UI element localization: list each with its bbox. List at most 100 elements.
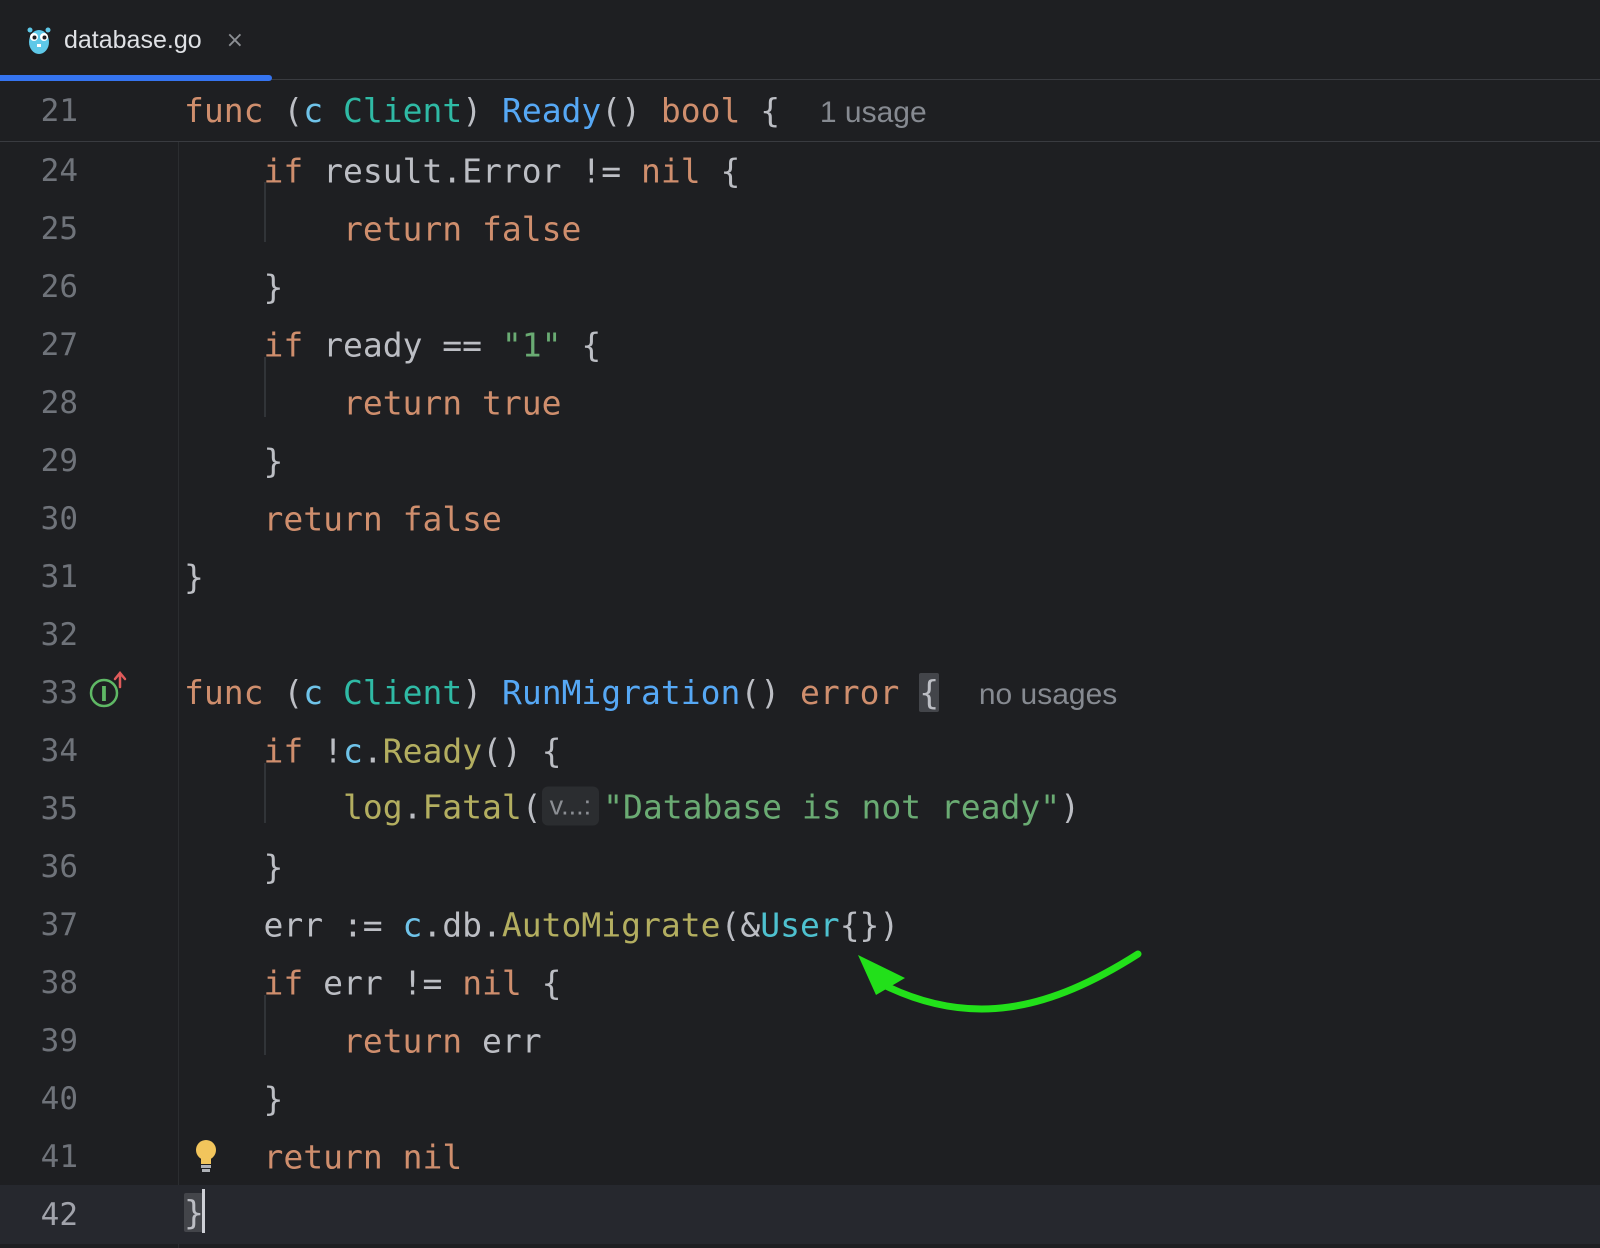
code-token: "Database is not ready" xyxy=(603,787,1061,826)
code-line[interactable]: 36 } xyxy=(0,837,1600,896)
code-token: c xyxy=(342,731,363,770)
line-number[interactable]: 35 xyxy=(0,791,78,827)
line-number[interactable]: 30 xyxy=(0,501,78,537)
code-token: error xyxy=(799,672,900,712)
code-line[interactable]: 40 } xyxy=(0,1069,1600,1128)
tab-title: database.go xyxy=(64,25,202,54)
tab-database-go[interactable]: database.go × xyxy=(0,0,272,81)
inlay-usage-hint[interactable]: no usages xyxy=(979,678,1117,711)
code-text: } xyxy=(184,1188,205,1237)
code-text: err := c.db.AutoMigrate(&User{}) xyxy=(184,908,899,941)
code-token: } xyxy=(184,267,284,306)
code-text: } xyxy=(184,1082,283,1115)
code-token: return xyxy=(342,209,463,248)
line-number[interactable]: 31 xyxy=(0,559,78,595)
indent-guide xyxy=(264,357,266,417)
code-text: func (c Client) RunMigration() error { n… xyxy=(184,672,1117,712)
code-line[interactable]: 35 log.Fatal(v...: "Database is not ready… xyxy=(0,779,1600,838)
line-number[interactable]: 34 xyxy=(0,733,78,769)
code-text: return true xyxy=(184,386,562,419)
code-line[interactable]: 27 if ready == "1" { xyxy=(0,315,1600,374)
svg-text:I: I xyxy=(100,682,107,706)
code-token: "1" xyxy=(501,325,562,364)
code-line[interactable]: 24 if result.Error != nil { xyxy=(0,141,1600,200)
line-number[interactable]: 33 xyxy=(0,675,78,711)
line-number[interactable]: 25 xyxy=(0,211,78,247)
code-line[interactable]: 31} xyxy=(0,547,1600,606)
line-number[interactable]: 40 xyxy=(0,1081,78,1117)
code-line[interactable]: 39 return err xyxy=(0,1011,1600,1070)
code-token: { xyxy=(919,672,940,712)
line-number[interactable]: 42 xyxy=(0,1197,78,1233)
code-token: nil xyxy=(462,963,522,1002)
inlay-usage-hint[interactable]: 1 usage xyxy=(820,96,927,129)
code-text: } xyxy=(184,270,283,303)
code-token: ) xyxy=(462,672,502,712)
code-token: false xyxy=(402,499,502,538)
code-token: { xyxy=(740,91,820,130)
code-line[interactable]: 26 } xyxy=(0,257,1600,316)
sticky-function-header[interactable]: 21 func (c Client) Ready() bool { 1 usag… xyxy=(0,81,1600,142)
code-line[interactable]: 25 return false xyxy=(0,199,1600,258)
code-token: if xyxy=(263,731,304,770)
line-number[interactable]: 36 xyxy=(0,849,78,885)
line-number[interactable]: 41 xyxy=(0,1139,78,1175)
code-editor[interactable]: 21 func (c Client) Ready() bool { 1 usag… xyxy=(0,81,1600,1248)
code-text: return false xyxy=(184,499,502,538)
code-token: nil xyxy=(641,151,701,190)
line-number[interactable]: 27 xyxy=(0,327,78,363)
code-line[interactable]: 41 return nil xyxy=(0,1127,1600,1186)
line-number[interactable]: 38 xyxy=(0,965,78,1001)
code-text: if result.Error != nil { xyxy=(184,154,740,187)
code-line[interactable]: 38 if err != nil { xyxy=(0,953,1600,1012)
code-token: Client xyxy=(342,91,463,130)
line-number[interactable]: 37 xyxy=(0,907,78,943)
code-token: } xyxy=(184,441,284,480)
code-token: true xyxy=(482,383,562,422)
code-line[interactable]: 37 err := c.db.AutoMigrate(&User{}) xyxy=(0,895,1600,954)
code-token: {}) xyxy=(839,905,900,944)
code-token: c xyxy=(402,905,423,944)
code-line[interactable]: 42} xyxy=(0,1185,1600,1244)
code-token: () xyxy=(740,672,800,712)
code-line[interactable]: 33 Ifunc (c Client) RunMigration() error … xyxy=(0,663,1600,722)
code-line[interactable]: 34 if !c.Ready() { xyxy=(0,721,1600,780)
code-token: c xyxy=(303,672,324,712)
code-token: ( xyxy=(263,672,304,712)
code-text: } xyxy=(184,850,283,883)
code-token: ) xyxy=(462,91,502,130)
code-token: return xyxy=(342,1021,463,1060)
close-icon[interactable]: × xyxy=(226,28,244,53)
code-token: log xyxy=(342,787,403,826)
code-token: } xyxy=(184,557,204,596)
code-line[interactable]: 28 return true xyxy=(0,373,1600,432)
code-token: ( xyxy=(521,787,542,826)
code-text: log.Fatal(v...: "Database is not ready") xyxy=(184,786,1080,828)
line-number[interactable]: 29 xyxy=(0,443,78,479)
implements-interface-icon[interactable]: I xyxy=(88,671,132,711)
code-token: (& xyxy=(720,905,761,944)
line-number[interactable]: 26 xyxy=(0,269,78,305)
line-number[interactable]: 32 xyxy=(0,617,78,653)
code-text: return nil xyxy=(184,1140,462,1173)
code-line[interactable]: 29 } xyxy=(0,431,1600,490)
code-token: c xyxy=(303,91,324,130)
code-line[interactable]: 32 xyxy=(0,605,1600,664)
line-number[interactable]: 39 xyxy=(0,1023,78,1059)
line-number[interactable]: 24 xyxy=(0,153,78,189)
code-text: if err != nil { xyxy=(184,963,561,1002)
line-number[interactable]: 28 xyxy=(0,385,78,421)
code-text: } xyxy=(184,560,204,593)
code-line[interactable]: 30 return false xyxy=(0,489,1600,548)
code-text: } xyxy=(184,444,283,477)
code-token: func xyxy=(184,672,264,712)
indent-guide xyxy=(264,995,266,1055)
